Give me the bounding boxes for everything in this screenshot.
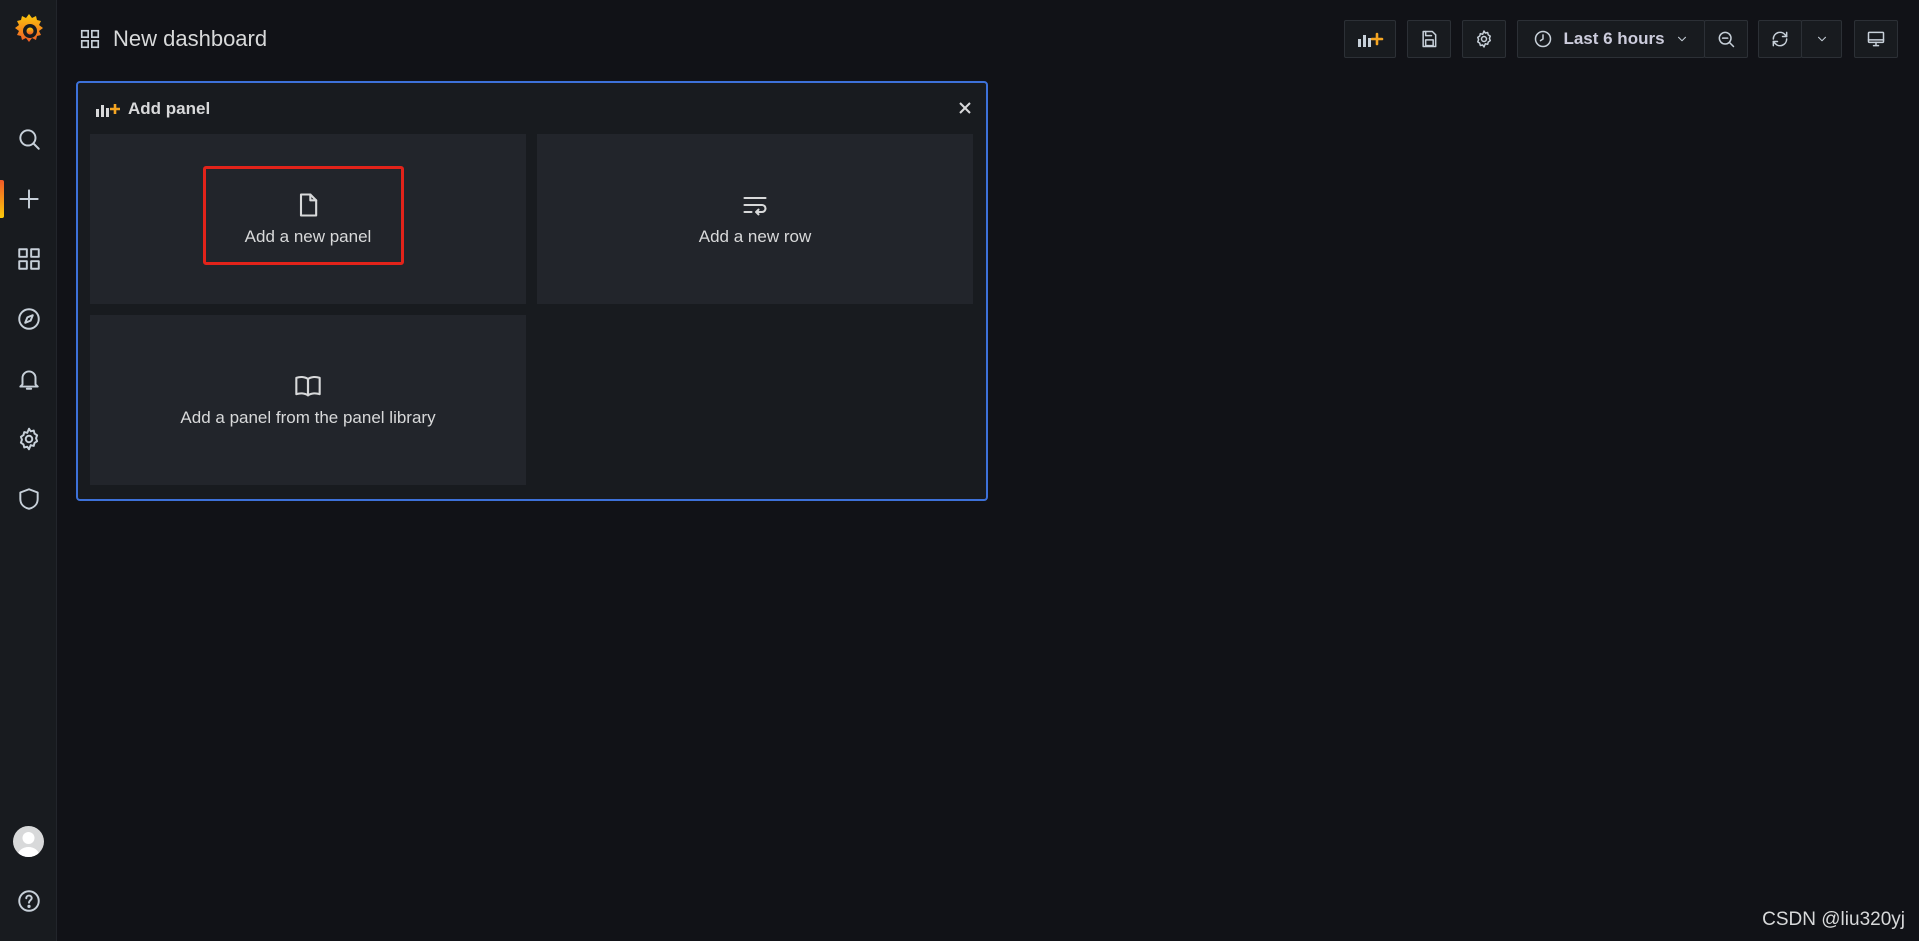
sidebar-item-help[interactable] — [0, 876, 57, 926]
add-panel-header: Add panel — [94, 97, 210, 121]
close-button[interactable] — [956, 99, 974, 117]
refresh-button[interactable] — [1758, 20, 1802, 58]
add-new-panel-option[interactable]: Add a new panel — [90, 134, 526, 304]
chevron-down-icon — [1817, 36, 1826, 42]
dashboard-settings-button[interactable] — [1462, 20, 1506, 58]
gear-icon — [1477, 30, 1491, 48]
add-panel-title: Add panel — [128, 99, 211, 118]
dashboard-title[interactable]: New dashboard — [113, 26, 267, 52]
view-mode-button[interactable] — [1854, 20, 1898, 58]
zoom-out-button[interactable] — [1704, 20, 1748, 58]
clock-icon — [1535, 30, 1552, 48]
save-dashboard-button[interactable] — [1407, 20, 1451, 58]
chevron-down-icon — [1677, 36, 1686, 42]
add-new-row-option[interactable]: Add a new row — [537, 134, 973, 304]
book-open-icon — [295, 376, 321, 397]
add-panel-icon — [1358, 32, 1384, 47]
grafana-logo-icon — [15, 14, 43, 42]
add-panel-button[interactable] — [1344, 20, 1396, 58]
plus-icon — [18, 189, 39, 209]
wrap-text-icon — [743, 196, 767, 216]
option-label: Add a panel from the panel library — [180, 408, 436, 427]
time-range-label: Last 6 hours — [1563, 29, 1665, 48]
sidebar-item-dashboards[interactable] — [0, 234, 57, 284]
dashboard-grid-icon — [80, 29, 100, 49]
sidebar — [0, 0, 57, 941]
bell-icon — [18, 370, 39, 390]
search-icon — [18, 129, 40, 150]
topbar: New dashboard Last 6 hours — [57, 0, 1919, 78]
shield-icon — [18, 488, 39, 510]
compass-icon — [17, 308, 40, 330]
dashboards-icon — [17, 248, 40, 270]
refresh-interval-dropdown[interactable] — [1801, 20, 1842, 58]
close-icon — [959, 102, 971, 114]
add-library-panel-option[interactable]: Add a panel from the panel library — [90, 315, 526, 485]
page-title: New dashboard — [79, 24, 267, 54]
zoom-out-icon — [1718, 31, 1735, 48]
save-icon — [1422, 30, 1437, 48]
help-icon — [17, 890, 40, 912]
refresh-icon — [1772, 31, 1788, 47]
add-panel-icon — [96, 104, 120, 117]
sidebar-item-search[interactable] — [0, 114, 57, 164]
time-range-picker[interactable]: Last 6 hours — [1517, 20, 1705, 58]
avatar[interactable] — [13, 826, 44, 857]
monitor-icon — [1867, 31, 1885, 47]
sidebar-item-create[interactable] — [0, 174, 57, 224]
sidebar-item-server-admin[interactable] — [0, 474, 57, 524]
sidebar-item-alerting[interactable] — [0, 354, 57, 404]
option-label: Add a new row — [698, 227, 812, 246]
sidebar-item-configuration[interactable] — [0, 414, 57, 464]
add-panel-widget: Add panel Add a new panel Add a new row … — [76, 81, 988, 501]
grafana-logo[interactable] — [9, 10, 49, 50]
gear-icon — [19, 427, 38, 451]
watermark: CSDN @liu320yj — [1762, 909, 1905, 930]
file-icon — [299, 193, 318, 217]
option-label: Add a new panel — [244, 227, 372, 246]
sidebar-item-explore[interactable] — [0, 294, 57, 344]
user-avatar-icon — [17, 832, 40, 857]
